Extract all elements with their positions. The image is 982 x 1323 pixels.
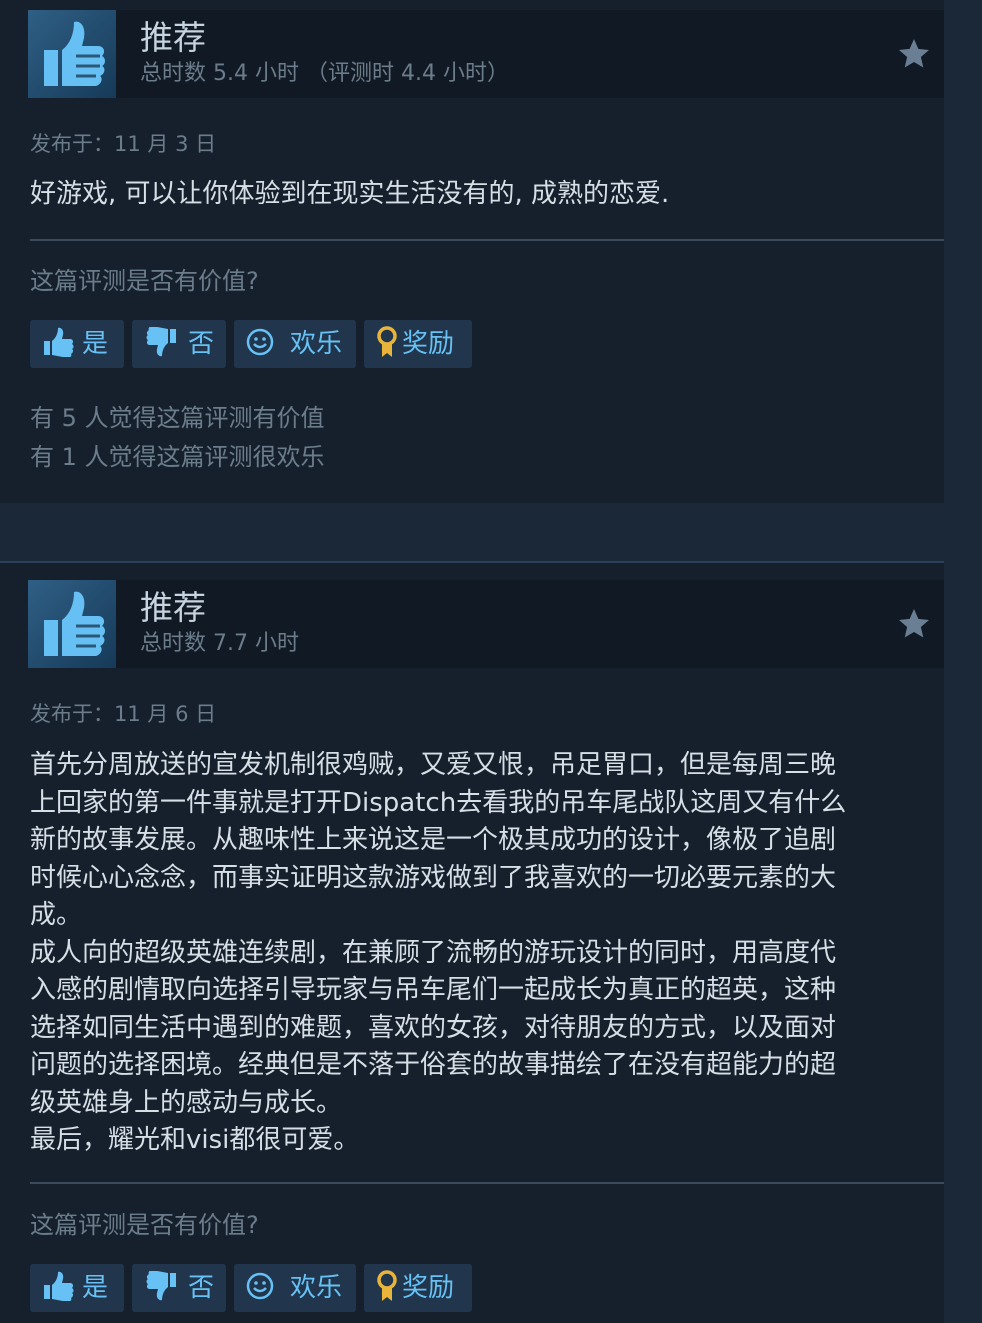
helpful-question: 这篇评测是否有价值? [30,1211,259,1239]
award-button[interactable]: 奖励 [364,1264,472,1312]
thumbs-down-icon [146,326,180,361]
posted-date: 发布于：11 月 3 日 [30,132,217,156]
thumbs-up-icon [28,580,116,668]
thumbs-up-icon [40,327,74,361]
review-body-line: 成。 [30,900,83,930]
playtime-hours: 总时数 5.4 小时 （评测时 4.4 小时） [140,61,509,86]
award-ribbon-icon [376,326,398,362]
posted-date: 发布于：11 月 6 日 [30,702,217,726]
star-icon[interactable] [896,606,932,642]
review-header: 推荐 总时数 7.7 小时 [28,580,944,668]
smiley-icon [246,1272,274,1304]
award-label: 奖励 [402,1273,455,1303]
review-body: 好游戏, 可以让你体验到在现实生活没有的, 成熟的恋爱. [30,176,930,214]
review-body-line: 成人向的超级英雄连续剧，在兼顾了流畅的游玩设计的同时，用高度代 [30,937,837,968]
review-body-line: 级英雄身上的感动与成长。 [30,1087,343,1118]
review-header: 推荐 总时数 5.4 小时 （评测时 4.4 小时） [28,10,944,98]
vote-yes-button[interactable]: 是 [30,320,124,368]
vote-funny-button[interactable]: 欢乐 [234,320,356,368]
review-body-line: 新的故事发展。从趣味性上来说这是一个极其成功的设计，像极了追剧 [30,825,837,855]
review-card: 推荐 总时数 7.7 小时 发布于：11 月 6 日 首先分周放送的宣发机制很鸡… [0,561,944,1323]
helpful-question: 这篇评测是否有价值? [30,267,259,295]
review-body: 首先分周放送的宣发机制很鸡贼，又爱又恨，吊足胃口，但是每周三晚 上回家的第一件事… [30,747,930,1160]
award-button[interactable]: 奖励 [364,320,472,368]
thumbs-up-icon [40,1271,74,1305]
vote-no-label: 否 [188,329,215,359]
thumbs-down-icon [146,1270,180,1305]
thumbs-up-icon [28,10,116,98]
vote-no-label: 否 [188,1273,215,1303]
star-icon[interactable] [896,36,932,72]
review-body-line: 问题的选择困境。经典但是不落于俗套的故事描绘了在没有超能力的超 [30,1050,837,1080]
recommendation-title: 推荐 [140,588,206,627]
vote-no-button[interactable]: 否 [132,320,226,368]
vote-funny-button[interactable]: 欢乐 [234,1264,356,1312]
review-body-line: 首先分周放送的宣发机制很鸡贼，又爱又恨，吊足胃口，但是每周三晚 [30,750,837,780]
divider [30,239,944,241]
vote-yes-button[interactable]: 是 [30,1264,124,1312]
vote-yes-label: 是 [82,1273,109,1303]
funny-count: 有 1 人觉得这篇评测很欢乐 [30,443,325,471]
review-body-line: 选择如同生活中遇到的难题，喜欢的女孩，对待朋友的方式，以及面对 [30,1012,837,1043]
vote-no-button[interactable]: 否 [132,1264,226,1312]
smiley-icon [246,328,274,360]
award-label: 奖励 [402,329,455,359]
vote-funny-label: 欢乐 [290,1273,343,1303]
divider [30,1182,944,1184]
review-body-line: 上回家的第一件事就是打开Dispatch去看我的吊车尾战队这周又有什么 [30,787,847,818]
review-card: 推荐 总时数 5.4 小时 （评测时 4.4 小时） 发布于：11 月 3 日 … [0,0,944,503]
review-body-line: 好游戏, 可以让你体验到在现实生活没有的, 成熟的恋爱. [30,179,670,209]
review-body-line: 时候心心念念，而事实证明这款游戏做到了我喜欢的一切必要元素的大 [30,862,837,893]
award-ribbon-icon [376,1270,398,1306]
recommendation-title: 推荐 [140,18,206,57]
vote-funny-label: 欢乐 [290,329,343,359]
vote-yes-label: 是 [82,329,109,359]
review-body-line: 最后，耀光和visi都很可爱。 [30,1125,360,1155]
helpful-count: 有 5 人觉得这篇评测有价值 [30,404,325,432]
review-body-line: 入感的剧情取向选择引导玩家与吊车尾们一起成长为真正的超英，这种 [30,975,837,1005]
playtime-hours: 总时数 7.7 小时 [140,631,299,656]
